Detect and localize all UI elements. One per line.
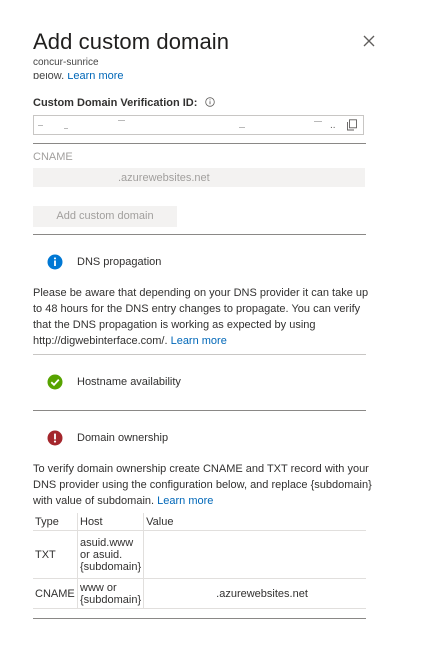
add-custom-domain-button[interactable]: Add custom domain — [33, 206, 177, 227]
domain-ownership-text-block: To verify domain ownership create CNAME … — [33, 461, 373, 509]
cname-label: CNAME — [33, 151, 73, 163]
cell-host: www or {subdomain} — [77, 578, 145, 609]
redaction-mark — [64, 128, 68, 129]
copy-icon[interactable] — [346, 119, 358, 131]
close-icon[interactable] — [362, 34, 376, 48]
redaction-mark — [118, 120, 125, 121]
ownership-learn-more-link[interactable]: Learn more — [157, 495, 213, 507]
divider — [33, 410, 366, 411]
redaction-mark — [38, 125, 43, 126]
table-row: CNAME www or {subdomain} .azurewebsites.… — [33, 578, 366, 609]
cell-value: .azurewebsites.net — [143, 578, 366, 609]
dns-learn-more-link[interactable]: Learn more — [171, 335, 227, 347]
dns-propagation-text-block: Please be aware that depending on your D… — [33, 285, 373, 349]
cname-value-field: .azurewebsites.net — [33, 168, 365, 187]
table-header-row: Type Host Value — [33, 513, 366, 531]
divider — [33, 143, 366, 144]
dns-propagation-title: DNS propagation — [77, 256, 162, 268]
cname-value: .azurewebsites.net — [118, 172, 210, 184]
info-filled-icon — [47, 254, 63, 270]
panel-title: Add custom domain — [33, 29, 230, 54]
verification-id-field[interactable]: .. — [33, 115, 364, 135]
intro-learn-more-link[interactable]: Learn more — [67, 73, 123, 82]
intro-cut-text: below. — [33, 73, 65, 82]
verification-id-label: Custom Domain Verification ID: — [33, 97, 198, 109]
redaction-mark — [314, 121, 322, 122]
info-circle-icon[interactable] — [205, 97, 215, 107]
masked-marks: .. — [330, 120, 336, 131]
table-row: TXT asuid.www or asuid.{subdomain} — [33, 530, 366, 579]
cell-value — [143, 530, 366, 579]
cell-host: asuid.www or asuid.{subdomain} — [77, 530, 145, 579]
divider — [33, 618, 366, 619]
cell-type: TXT — [33, 530, 78, 579]
divider — [33, 234, 366, 235]
redaction-mark — [239, 127, 245, 128]
success-check-icon — [47, 374, 63, 390]
panel-subtitle: concur-sunrice — [33, 57, 99, 68]
domain-ownership-title: Domain ownership — [77, 432, 169, 444]
dns-records-table: Type Host Value TXT asuid.www or asuid.{… — [33, 513, 366, 609]
cell-type: CNAME — [33, 578, 78, 609]
intro-cut-line: below. Learn more — [33, 73, 124, 84]
error-exclamation-icon — [47, 430, 63, 446]
column-header-type: Type — [33, 513, 78, 531]
hostname-availability-title: Hostname availability — [77, 376, 181, 388]
divider — [33, 354, 366, 355]
column-header-value: Value — [143, 513, 366, 531]
column-header-host: Host — [77, 513, 145, 531]
